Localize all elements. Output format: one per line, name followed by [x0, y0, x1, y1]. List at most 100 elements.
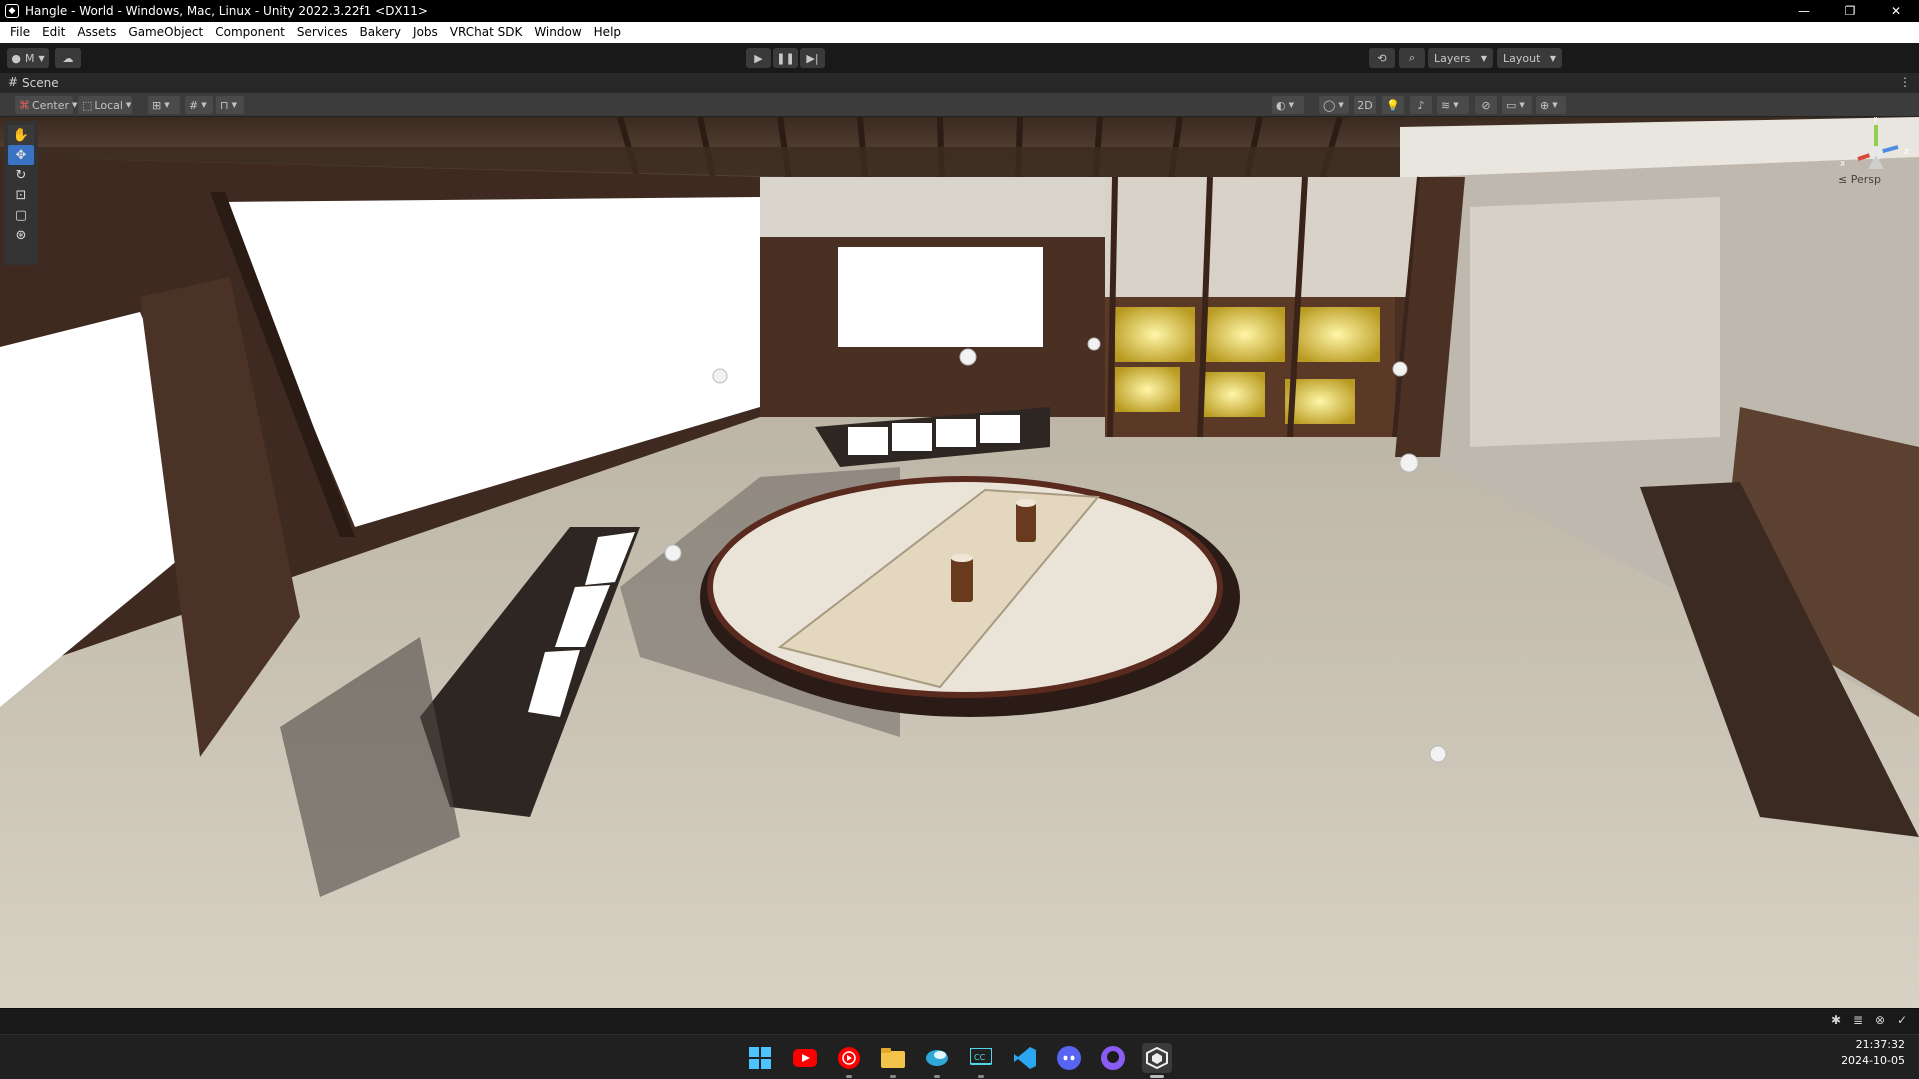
unity-app[interactable]: [1142, 1043, 1172, 1078]
menu-file[interactable]: File: [4, 22, 36, 43]
kebab-menu-icon[interactable]: ⋮: [1899, 75, 1911, 89]
menu-gameobject[interactable]: GameObject: [122, 22, 209, 43]
layers-dropdown[interactable]: Layers ▼: [1428, 48, 1493, 68]
menu-services[interactable]: Services: [291, 22, 354, 43]
unity-logo-icon: ◆: [5, 4, 19, 18]
menu-jobs[interactable]: Jobs: [407, 22, 444, 43]
view-tool-button[interactable]: ✋: [8, 125, 34, 145]
youtube-music-app[interactable]: [834, 1043, 864, 1078]
cloud-icon: ☁: [62, 51, 74, 65]
chevron-down-icon: ▼: [1549, 53, 1556, 63]
sphere-icon: ◯: [1323, 98, 1336, 112]
maximize-button[interactable]: ❐: [1827, 0, 1873, 22]
gizmos-icon: ⊕: [1540, 98, 1550, 112]
audio-toggle[interactable]: ♪: [1410, 96, 1432, 114]
check-icon[interactable]: ✓: [1897, 1013, 1907, 1027]
gizmos-dropdown[interactable]: ⊕ ▼: [1536, 96, 1566, 114]
chevron-down-icon: ▼: [1338, 101, 1344, 109]
cloud-button[interactable]: ☁: [55, 48, 81, 68]
back-wall-upper: [760, 177, 1110, 237]
draw-mode-dropdown[interactable]: ◐ ▼: [1272, 96, 1304, 114]
scene-tab-icon: #: [8, 75, 19, 89]
scene-viewport[interactable]: y z x ≤ Persp: [0, 117, 1919, 1008]
move-tool-button[interactable]: ✥: [8, 145, 34, 165]
toggle-2d-button[interactable]: 2D: [1354, 96, 1376, 114]
start-button[interactable]: [745, 1043, 775, 1073]
scale-tool-button[interactable]: ⊡: [8, 185, 34, 205]
camera-settings-dropdown[interactable]: ▭ ▼: [1502, 96, 1532, 114]
cc-icon: CC: [970, 1048, 992, 1065]
tool-palette: ✋ ✥ ↻ ⊡ ▢ ⊛: [4, 121, 38, 265]
pivot-label: Center: [32, 98, 70, 112]
rect-icon: ▢: [14, 207, 28, 223]
play-button[interactable]: ▶: [746, 48, 771, 68]
scene-visibility-toggle[interactable]: ⊘: [1475, 96, 1497, 114]
menu-help[interactable]: Help: [588, 22, 627, 43]
discord-app[interactable]: [1054, 1043, 1084, 1073]
scene-tab-bar: # Scene ⋮: [0, 73, 1919, 93]
rotate-icon: ↻: [15, 167, 27, 183]
space-mode-dropdown[interactable]: ⬚ Local ▼: [78, 96, 132, 114]
chevron-down-icon: ▼: [1480, 53, 1487, 63]
layout-label: Layout: [1503, 51, 1541, 65]
pause-icon: ❚❚: [776, 51, 795, 65]
network-icon[interactable]: ⊗: [1875, 1013, 1885, 1027]
tab-scene[interactable]: Scene: [22, 76, 59, 90]
discord-icon: [1057, 1046, 1081, 1070]
rect-tool-button[interactable]: ▢: [8, 205, 34, 225]
vscode-app[interactable]: [1010, 1043, 1040, 1073]
rotate-tool-button[interactable]: ↻: [8, 165, 34, 185]
menu-assets[interactable]: Assets: [71, 22, 122, 43]
play-icon: ▶: [754, 51, 763, 65]
search-button[interactable]: ⌕: [1399, 48, 1425, 68]
chevron-down-icon: ▼: [125, 101, 132, 109]
bluesky-app[interactable]: [922, 1043, 952, 1078]
menu-component[interactable]: Component: [209, 22, 291, 43]
snap-settings-dropdown[interactable]: ⊞ ▼: [148, 96, 180, 114]
menu-vrchat-sdk[interactable]: VRChat SDK: [444, 22, 529, 43]
transform-tool-button[interactable]: ⊛: [8, 225, 34, 245]
door-panel-3: [1295, 307, 1380, 362]
chevron-left-icon: ≤: [1838, 173, 1848, 186]
increment-snap-icon: ⊓: [220, 98, 229, 112]
menu-window[interactable]: Window: [528, 22, 587, 43]
projection-toggle[interactable]: ≤ Persp: [1838, 173, 1881, 186]
close-button[interactable]: ✕: [1873, 0, 1919, 22]
menu-edit[interactable]: Edit: [36, 22, 71, 43]
chevron-down-icon: ▼: [201, 101, 207, 109]
door-panel-1: [1115, 307, 1195, 362]
chevron-down-icon: ▼: [1552, 101, 1558, 109]
youtube-app[interactable]: [790, 1043, 820, 1073]
step-button[interactable]: ▶|: [800, 48, 825, 68]
chevron-down-icon: ▼: [72, 101, 78, 109]
captions-app[interactable]: CC: [966, 1043, 996, 1078]
pause-button[interactable]: ❚❚: [773, 48, 798, 68]
effects-dropdown[interactable]: ≋ ▼: [1437, 96, 1469, 114]
door-panel-4: [1115, 367, 1180, 412]
file-explorer-app[interactable]: [878, 1043, 908, 1078]
cup-1-top: [1016, 499, 1036, 507]
layers-label: Layers: [1434, 51, 1471, 65]
shading-mode-dropdown[interactable]: ◯ ▼: [1319, 96, 1349, 114]
increment-snap-dropdown[interactable]: ⊓ ▼: [216, 96, 244, 114]
minimize-button[interactable]: —: [1781, 0, 1827, 22]
lighting-toggle[interactable]: 💡: [1382, 96, 1404, 114]
github-app[interactable]: [1098, 1043, 1128, 1073]
svg-text:CC: CC: [974, 1053, 986, 1062]
account-dropdown[interactable]: ● M ▼: [7, 48, 49, 68]
pivot-mode-dropdown[interactable]: ⌘ Center ▼: [15, 96, 77, 114]
bug-icon[interactable]: ✱: [1831, 1013, 1841, 1027]
stack-icon[interactable]: ≣: [1853, 1013, 1863, 1027]
grid-visibility-dropdown[interactable]: # ▼: [185, 96, 213, 114]
gizmo-y-label: y: [1873, 117, 1879, 123]
step-icon: ▶|: [806, 51, 819, 65]
audio-icon: ♪: [1417, 98, 1425, 112]
system-clock[interactable]: 21:37:32 2024-10-05: [1815, 1037, 1905, 1069]
layout-dropdown[interactable]: Layout ▼: [1497, 48, 1562, 68]
running-indicator: [846, 1075, 852, 1078]
vscode-icon: [1014, 1047, 1036, 1069]
account-label: M: [24, 51, 35, 65]
undo-history-button[interactable]: ⟲: [1369, 48, 1395, 68]
menu-bakery[interactable]: Bakery: [354, 22, 408, 43]
pivot-icon: ⌘: [19, 98, 30, 112]
